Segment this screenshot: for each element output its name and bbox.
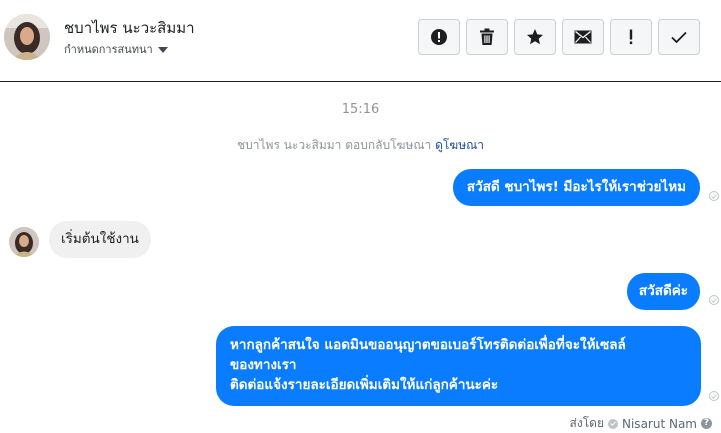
help-icon[interactable]: ? — [701, 418, 712, 429]
ad-reply-notice: ชบาไพร นะวะสิมมา ตอบกลับโฆษณา ดูโฆษณา — [0, 136, 721, 155]
message-timestamp: 15:16 — [341, 102, 380, 117]
sent-by-info: ส่งโดย Nisarut Nam ? — [570, 414, 712, 433]
check-circle-icon — [608, 418, 618, 429]
message-thread[interactable]: 15:16 ชบาไพร นะวะสิมมา ตอบกลับโฆษณา ดูโฆ… — [0, 83, 721, 433]
action-toolbar — [418, 19, 700, 55]
message-line: ติดต่อแจ้งรายละเอียดเพิ่มเติมให้แก่ลูกค้… — [230, 377, 499, 393]
contact-avatar[interactable] — [4, 14, 50, 60]
outgoing-message[interactable]: หากลูกค้าสนใจ แอดมินขออนุญาตขอเบอร์โทรติ… — [216, 326, 701, 406]
envelope-icon — [574, 30, 592, 44]
sent-status-icon — [709, 191, 719, 201]
sent-status-icon — [709, 295, 719, 305]
exclamation-icon — [628, 29, 634, 45]
conversation-settings-label: กำหนดการสนทนา — [64, 43, 153, 56]
message-text: สวัสดี ชบาไพร! มีอะไรให้เราช่วยไหม — [466, 179, 686, 195]
trash-icon — [479, 28, 495, 46]
sent-status-icon — [709, 391, 719, 401]
delete-button[interactable] — [466, 19, 508, 55]
report-button[interactable] — [418, 19, 460, 55]
message-text: เริ่มต้นใช้งาน — [61, 231, 139, 247]
alert-circle-icon — [430, 28, 448, 46]
conversation-settings-dropdown[interactable]: กำหนดการสนทนา — [64, 40, 168, 58]
sender-name: Nisarut Nam — [622, 416, 697, 431]
spam-button[interactable] — [610, 19, 652, 55]
contact-avatar-small — [9, 227, 39, 257]
conversation-header: ชบาไพร นะวะสิมมา กำหนดการสนทนา — [0, 0, 721, 82]
view-ad-link[interactable]: ดูโฆษณา — [435, 138, 484, 152]
outgoing-message[interactable]: สวัสดี ชบาไพร! มีอะไรให้เราช่วยไหม — [452, 169, 700, 206]
message-text: สวัสดีค่ะ — [638, 283, 688, 299]
mark-done-button[interactable] — [658, 19, 700, 55]
star-button[interactable] — [514, 19, 556, 55]
message-line: หากลูกค้าสนใจ แอดมินขออนุญาตขอเบอร์โทรติ… — [230, 337, 626, 353]
caret-down-icon — [157, 46, 168, 53]
star-icon — [526, 28, 544, 46]
message-line: ของทางเรา — [230, 357, 297, 373]
mark-unread-button[interactable] — [562, 19, 604, 55]
incoming-message[interactable]: เริ่มต้นใช้งาน — [49, 221, 151, 258]
sent-by-label: ส่งโดย — [569, 416, 604, 430]
ad-reply-text: ชบาไพร นะวะสิมมา ตอบกลับโฆษณา — [237, 138, 432, 152]
contact-name: ชบาไพร นะวะสิมมา — [64, 19, 195, 37]
checkmark-icon — [671, 31, 687, 43]
outgoing-message[interactable]: สวัสดีค่ะ — [626, 273, 700, 310]
